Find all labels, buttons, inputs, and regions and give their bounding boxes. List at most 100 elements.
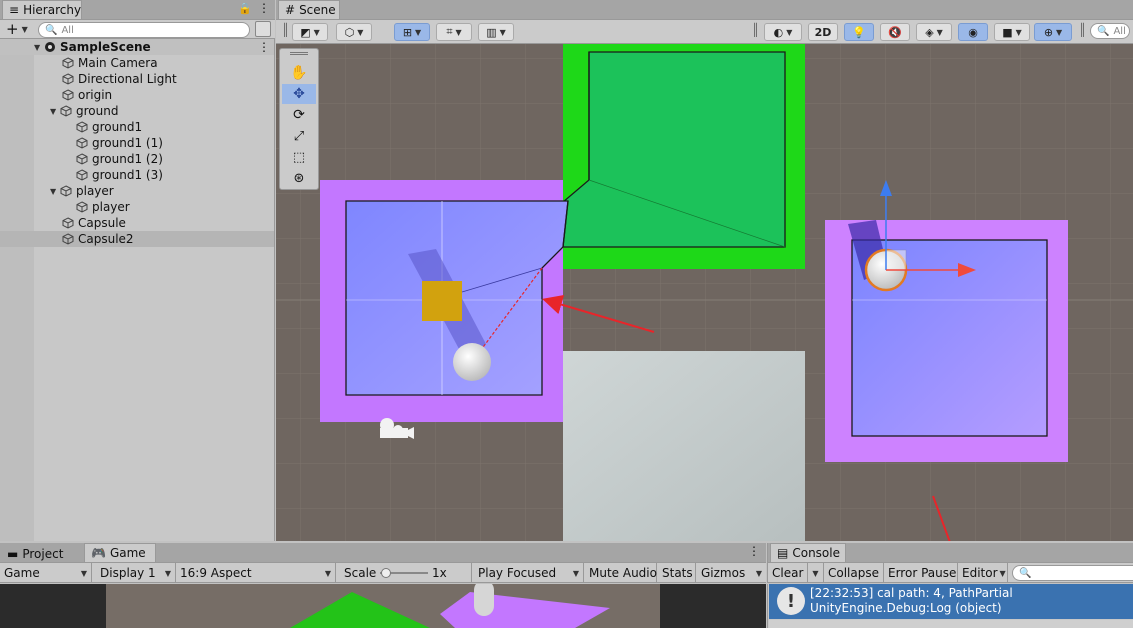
stats-button[interactable]: Stats (658, 563, 696, 583)
hierarchy-item-capsule2[interactable]: Capsule2 (0, 231, 274, 247)
scene-row[interactable]: ▼ SampleScene ⋮ (0, 39, 274, 55)
separator-icon: ║ (752, 23, 760, 37)
hierarchy-item-label: origin (78, 88, 113, 102)
scene-viewport[interactable]: ✋ ✥ ⟳ ⤢ ⬚ ⊛ (276, 44, 1133, 541)
palette-handle-icon[interactable] (290, 52, 308, 55)
chevron-down-icon: ▼ (21, 24, 28, 34)
draw-mode-button[interactable]: ◩ ▼ (292, 23, 328, 41)
gizmos-dropdown[interactable]: Gizmos ▼ (697, 563, 766, 583)
gameobject-icon (62, 73, 74, 85)
visibility-button[interactable]: ◉ (958, 23, 988, 41)
hierarchy-item-player-parent[interactable]: ▼ player (0, 183, 274, 199)
log-entry-next[interactable] (769, 620, 1133, 628)
gameobject-icon (60, 185, 72, 197)
search-icon: 🔍 (45, 24, 58, 36)
hierarchy-item-label: ground1 (92, 120, 143, 134)
lighting-button[interactable]: 💡 (844, 23, 874, 41)
more-options-icon[interactable]: ⋮ (258, 1, 270, 15)
tab-console[interactable]: ▤ Console (770, 543, 846, 562)
play-focused-dropdown[interactable]: Play Focused ▼ (474, 563, 584, 583)
hierarchy-item-ground1-2[interactable]: ground1 (2) (0, 151, 274, 167)
filter-icon[interactable] (255, 21, 271, 37)
hand-tool-icon[interactable]: ✋ (282, 63, 316, 83)
console-tabbar: ▤ Console (767, 543, 1133, 563)
display-dropdown[interactable]: Display 1 ▼ (96, 563, 176, 583)
move-tool-icon[interactable]: ✥ (282, 84, 316, 104)
tab-scene[interactable]: # Scene (278, 0, 340, 19)
rotate-tool-icon[interactable]: ⟳ (282, 105, 316, 125)
search-placeholder: All (61, 24, 74, 36)
console-search-input[interactable]: 🔍 (1012, 565, 1133, 581)
tab-hierarchy[interactable]: ≡ Hierarchy (2, 0, 82, 19)
search-icon: 🔍 (1097, 25, 1110, 37)
search-placeholder: All (1113, 25, 1126, 37)
shading-mode-button[interactable]: ◐ ▼ (764, 23, 802, 41)
effects-button[interactable]: ◈ ▼ (916, 23, 952, 41)
game-view-dropdown[interactable]: Game ▼ (0, 563, 92, 583)
clear-button[interactable]: Clear (768, 563, 808, 583)
gameobject-icon (62, 217, 74, 229)
hierarchy-tabbar: ≡ Hierarchy 🔒 ⋮ (0, 0, 275, 20)
lock-icon[interactable]: 🔒 (238, 2, 252, 15)
tool-palette: ✋ ✥ ⟳ ⤢ ⬚ ⊛ (279, 48, 319, 190)
more-options-icon[interactable]: ⋮ (748, 544, 760, 558)
gameobject-icon (62, 233, 74, 245)
tab-project[interactable]: ▬ Project (2, 544, 68, 563)
expand-arrow-icon[interactable]: ▼ (50, 107, 60, 116)
draw-mode-icon: ◩ (300, 25, 311, 39)
hierarchy-item-label: ground1 (2) (92, 152, 163, 166)
hierarchy-item-capsule[interactable]: Capsule (0, 215, 274, 231)
scene-canvas[interactable] (276, 44, 1133, 541)
camera-button[interactable]: ■ ▼ (994, 23, 1030, 41)
increment-snap-button[interactable]: ⌗ ▼ (436, 23, 472, 41)
gizmos-label: Gizmos (701, 566, 746, 580)
ground-grey[interactable] (563, 351, 805, 541)
log-entry[interactable]: ! [22:32:53] cal path: 4, PathPartial Un… (769, 584, 1133, 619)
expand-arrow-icon[interactable]: ▼ (50, 187, 60, 196)
hierarchy-item-origin[interactable]: origin (0, 87, 274, 103)
aspect-dropdown[interactable]: 16:9 Aspect ▼ (176, 563, 336, 583)
eye-off-icon: ◉ (968, 25, 978, 39)
audio-button[interactable]: 🔇 (880, 23, 910, 41)
hierarchy-search-input[interactable]: 🔍 All (38, 22, 250, 38)
scale-tool-icon[interactable]: ⤢ (282, 126, 316, 146)
hierarchy-item-ground1[interactable]: ground1 (0, 119, 274, 135)
hierarchy-item-directional-light[interactable]: Directional Light (0, 71, 274, 87)
hierarchy-toolbar: + ▼ 🔍 All (0, 20, 275, 39)
hierarchy-item-label: Main Camera (78, 56, 158, 70)
add-button[interactable]: + ▼ (6, 20, 28, 38)
game-view-label: Game (4, 566, 40, 580)
scene-menu-icon[interactable]: ⋮ (258, 40, 270, 54)
scale-slider-thumb[interactable] (381, 568, 391, 578)
hierarchy-item-ground1-1[interactable]: ground1 (1) (0, 135, 274, 151)
drag-handle-icon[interactable]: ║ (282, 23, 289, 37)
gizmo-icon: ⊕ (1043, 25, 1054, 39)
editor-dropdown[interactable]: Editor ▼ (958, 563, 1008, 583)
tab-project-label: Project (22, 546, 64, 561)
hierarchy-item-main-camera[interactable]: Main Camera (0, 55, 274, 71)
render-mode-button[interactable]: ⬡ ▼ (336, 23, 372, 41)
ruler-button[interactable]: ▥ ▼ (478, 23, 514, 41)
layers-icon: ◈ (925, 25, 934, 39)
tab-game[interactable]: 🎮 Game (84, 543, 156, 562)
grid-snap-button[interactable]: ⊞ ▼ (394, 23, 430, 41)
chevron-down-icon: ▼ (812, 568, 819, 578)
gizmo-plane-handle[interactable] (885, 249, 907, 271)
toggle-2d-button[interactable]: 2D (808, 23, 838, 41)
hierarchy-item-player-child[interactable]: player (0, 199, 274, 215)
collapse-button[interactable]: Collapse (824, 563, 884, 583)
clear-options-dropdown[interactable]: ▼ (808, 563, 824, 583)
game-viewport[interactable] (0, 584, 766, 628)
chevron-down-icon: ▼ (164, 568, 171, 578)
mute-audio-button[interactable]: Mute Audio (585, 563, 657, 583)
scene-search-input[interactable]: 🔍 All (1090, 23, 1130, 39)
hierarchy-item-ground[interactable]: ▼ ground (0, 103, 274, 119)
hierarchy-item-ground1-3[interactable]: ground1 (3) (0, 167, 274, 183)
gizmos-button[interactable]: ⊕ ▼ (1034, 23, 1072, 41)
origin-cube[interactable] (422, 281, 462, 321)
rect-tool-icon[interactable]: ⬚ (282, 147, 316, 167)
error-pause-button[interactable]: Error Pause (884, 563, 958, 583)
transform-tool-icon[interactable]: ⊛ (282, 168, 316, 188)
capsule-sphere[interactable] (453, 343, 491, 381)
expand-arrow-icon[interactable]: ▼ (34, 43, 44, 52)
